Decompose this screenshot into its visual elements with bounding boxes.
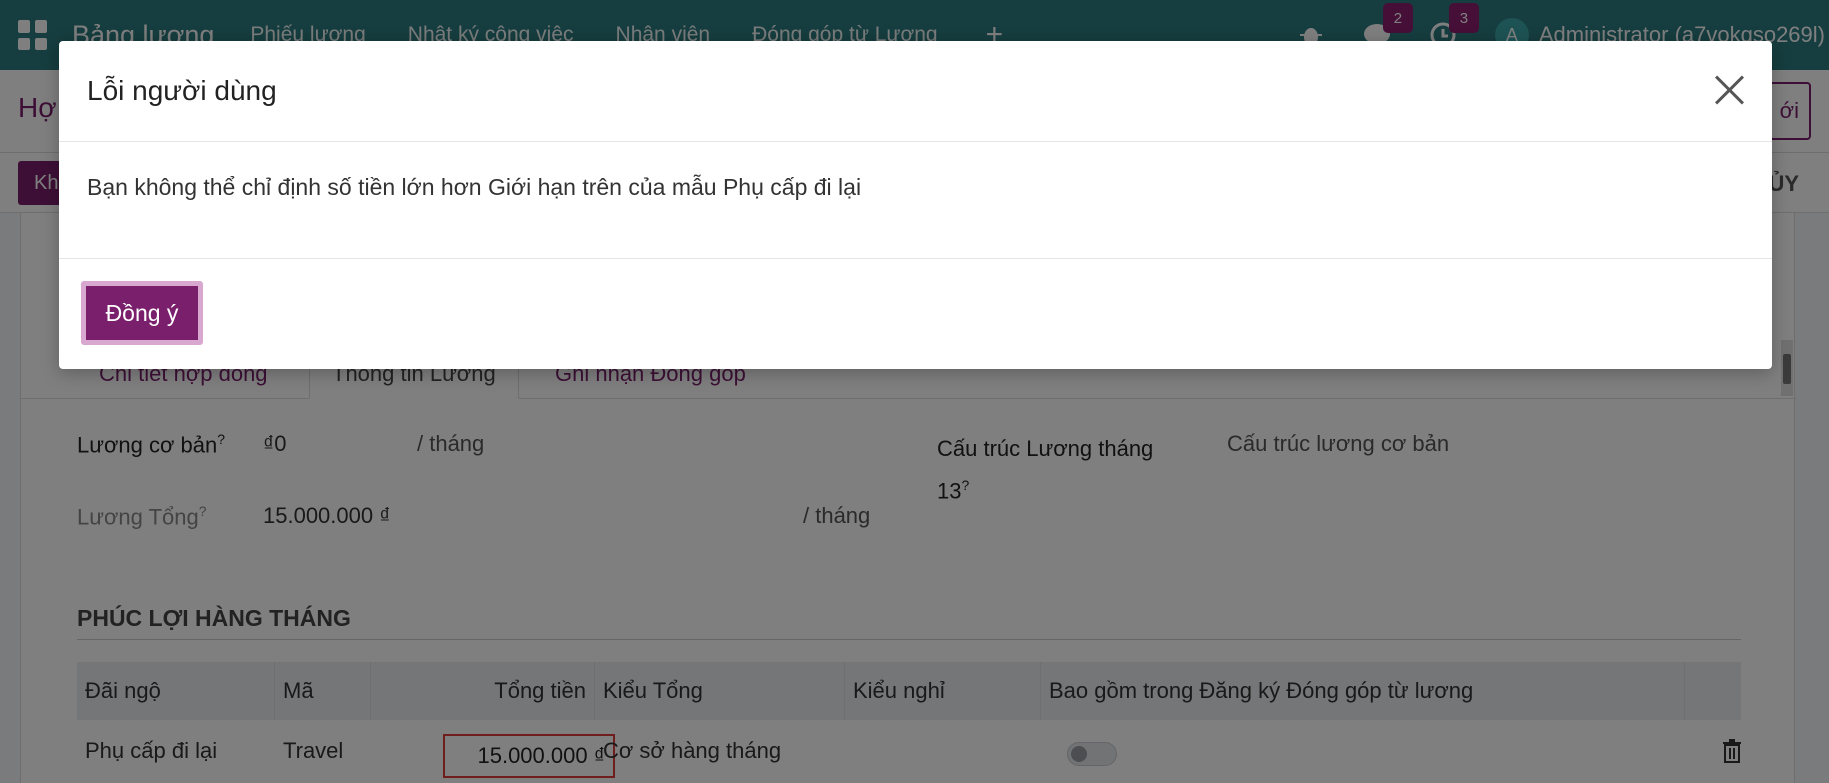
close-icon[interactable] [1712, 73, 1746, 107]
dialog-title: Lỗi người dùng [87, 75, 277, 106]
error-message: Bạn không thể chỉ định số tiền lớn hơn G… [87, 174, 862, 200]
ok-button[interactable]: Đồng ý [81, 281, 203, 345]
dialog-body: Bạn không thể chỉ định số tiền lớn hơn G… [59, 142, 1772, 259]
dialog-footer: Đồng ý [59, 259, 1772, 369]
dialog-header: Lỗi người dùng [59, 41, 1772, 142]
user-error-dialog: Lỗi người dùng Bạn không thể chỉ định số… [59, 41, 1772, 369]
